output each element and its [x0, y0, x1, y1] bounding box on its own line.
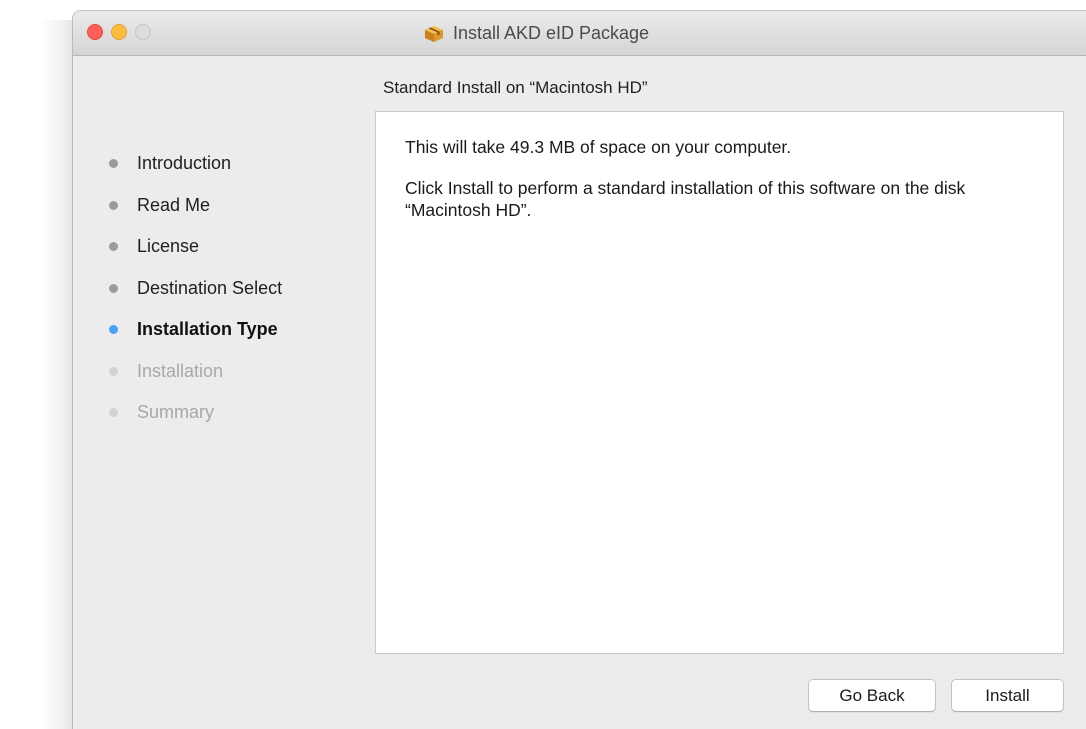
step-label: Destination Select — [137, 277, 283, 298]
step-introduction: Introduction — [109, 143, 369, 185]
step-label: Introduction — [137, 153, 232, 174]
package-icon — [423, 22, 445, 44]
installer-window: Install AKD eID Package Standard Install… — [72, 10, 1086, 729]
section-header: Standard Install on “Macintosh HD” — [383, 78, 648, 97]
window-title-area: Install AKD eID Package — [73, 11, 1086, 55]
step-bullet — [109, 283, 118, 293]
step-bullet — [109, 159, 118, 169]
install-info-panel: This will take 49.3 MB of space on your … — [375, 111, 1064, 654]
installer-steps-sidebar: Introduction Read Me License Destination… — [109, 143, 369, 434]
step-bullet — [109, 408, 118, 418]
step-read-me: Read Me — [109, 185, 369, 227]
screen: Install AKD eID Package Standard Install… — [0, 0, 1086, 729]
active-step-bullet — [109, 325, 118, 335]
step-label: Summary — [137, 402, 215, 423]
step-bullet — [109, 366, 118, 376]
step-summary: Summary — [109, 392, 369, 434]
install-button[interactable]: Install — [951, 679, 1064, 712]
step-installation-type: Installation Type — [109, 309, 369, 351]
install-instructions-text: Click Install to perform a standard inst… — [405, 178, 966, 220]
step-destination-select: Destination Select — [109, 268, 369, 310]
step-installation: Installation — [109, 351, 369, 393]
step-bullet — [109, 200, 118, 210]
title-bar[interactable]: Install AKD eID Package — [73, 11, 1086, 56]
step-label: Installation Type — [137, 319, 278, 340]
step-bullet — [109, 242, 118, 252]
window-title: Install AKD eID Package — [452, 22, 650, 43]
install-info-text: This will take 49.3 MB of space on your … — [405, 136, 1045, 240]
go-back-button[interactable]: Go Back — [808, 679, 936, 712]
space-required-text: This will take 49.3 MB of space on your … — [405, 137, 792, 157]
step-license: License — [109, 226, 369, 268]
step-label: License — [137, 236, 200, 257]
step-label: Installation — [137, 360, 224, 381]
step-label: Read Me — [137, 194, 211, 215]
